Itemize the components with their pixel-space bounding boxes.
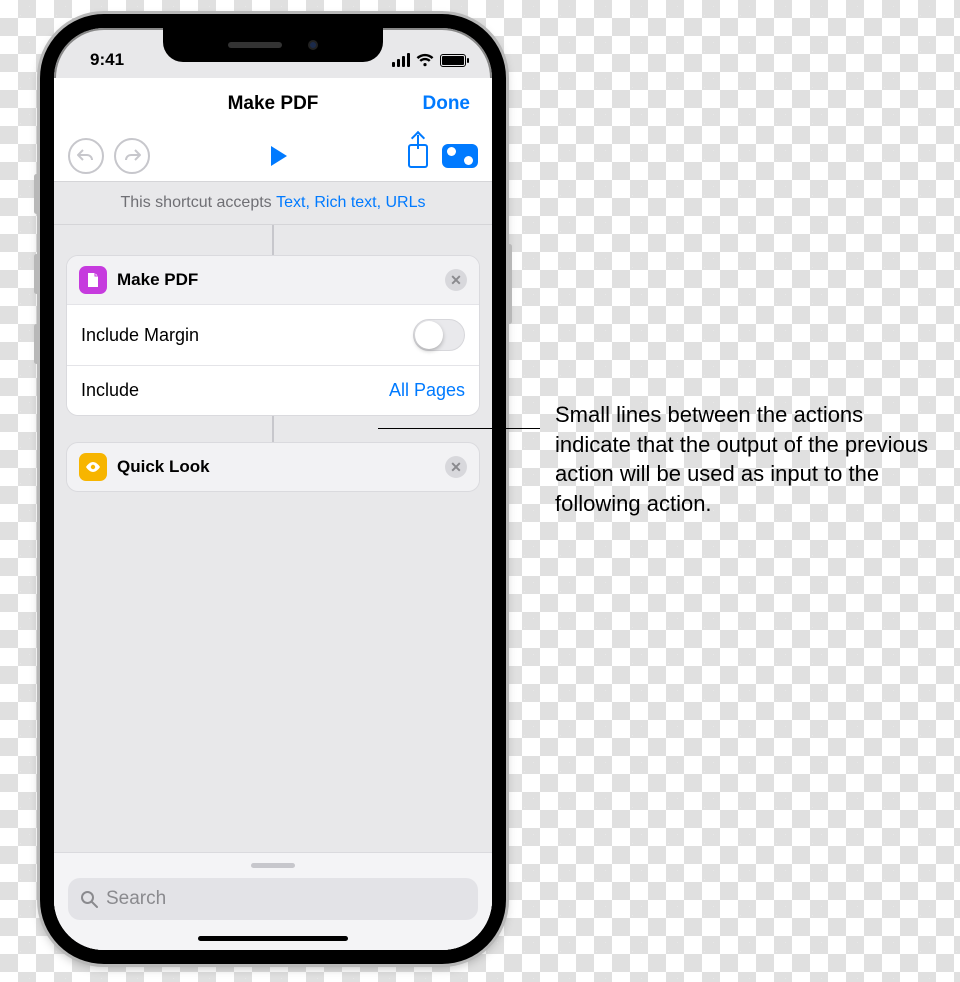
speaker-grille (228, 42, 282, 48)
drag-handle[interactable] (251, 863, 295, 868)
status-right (392, 53, 466, 67)
search-placeholder: Search (106, 888, 166, 910)
cellular-signal-icon (392, 53, 410, 67)
search-icon (80, 890, 98, 908)
include-margin-label: Include Margin (81, 325, 199, 346)
done-button[interactable]: Done (423, 93, 471, 115)
front-camera (308, 40, 318, 50)
eye-icon (79, 453, 107, 481)
clock: 9:41 (90, 50, 124, 70)
wifi-icon (416, 53, 434, 67)
callout-text: Small lines between the actions indicate… (555, 400, 935, 519)
run-button[interactable] (271, 146, 287, 166)
accepts-types: Text, Rich text, URLs (276, 194, 425, 211)
connector-line (272, 225, 274, 255)
include-margin-toggle[interactable] (413, 319, 465, 351)
include-label: Include (81, 380, 139, 401)
callout-leader-line (378, 428, 540, 429)
page-title: Make PDF (228, 93, 319, 115)
connector-line (272, 416, 274, 442)
include-margin-row: Include Margin (67, 305, 479, 365)
screen: 9:41 Make PDF Done (54, 28, 492, 950)
phone-device-frame: 9:41 Make PDF Done (40, 14, 506, 964)
action-title: Quick Look (117, 457, 435, 477)
nav-bar: Make PDF Done (54, 78, 492, 130)
include-pages-row[interactable]: Include All Pages (67, 365, 479, 415)
notch (163, 28, 383, 62)
settings-button[interactable] (442, 144, 478, 168)
share-icon (408, 144, 428, 168)
search-input[interactable]: Search (68, 878, 478, 920)
remove-action-button[interactable]: ✕ (445, 269, 467, 291)
pdf-icon (79, 266, 107, 294)
remove-action-button[interactable]: ✕ (445, 456, 467, 478)
accepts-input-bar[interactable]: This shortcut accepts Text, Rich text, U… (54, 182, 492, 225)
battery-icon (440, 54, 466, 67)
undo-button[interactable] (68, 138, 104, 174)
share-button[interactable] (408, 144, 428, 168)
action-quick-look[interactable]: Quick Look ✕ (66, 442, 480, 492)
action-make-pdf[interactable]: Make PDF ✕ Include Margin Include All Pa… (66, 255, 480, 416)
include-value: All Pages (389, 380, 465, 401)
workflow-canvas: Make PDF ✕ Include Margin Include All Pa… (54, 225, 492, 950)
home-indicator[interactable] (198, 936, 348, 941)
accepts-label: This shortcut accepts (121, 194, 277, 211)
editor-toolbar (54, 130, 492, 182)
action-title: Make PDF (117, 270, 435, 290)
redo-button[interactable] (114, 138, 150, 174)
